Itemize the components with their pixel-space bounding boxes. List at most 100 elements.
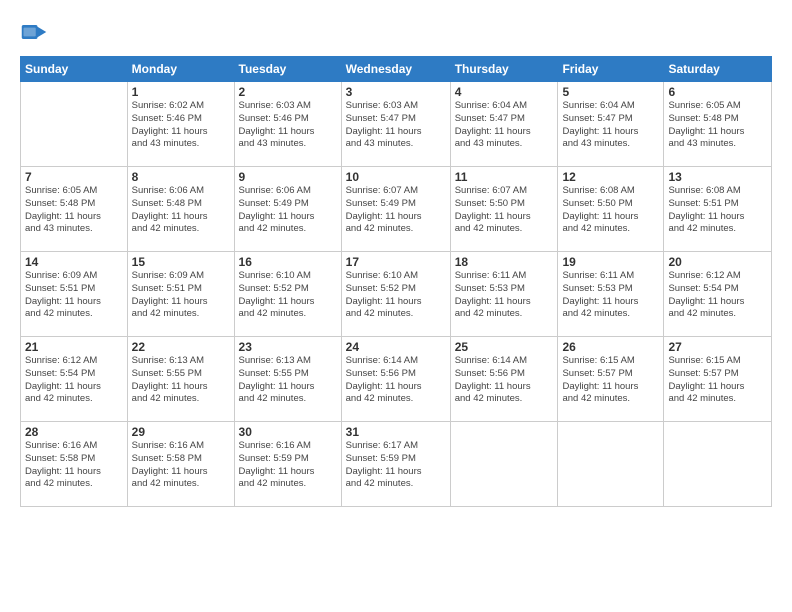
logo [20,18,52,46]
day-info: Sunrise: 6:13 AM Sunset: 5:55 PM Dayligh… [239,355,337,406]
day-number: 21 [25,340,123,354]
day-info: Sunrise: 6:08 AM Sunset: 5:51 PM Dayligh… [668,185,767,236]
day-number: 24 [346,340,446,354]
day-info: Sunrise: 6:10 AM Sunset: 5:52 PM Dayligh… [346,270,446,321]
day-number: 7 [25,170,123,184]
calendar-cell [21,82,128,167]
day-info: Sunrise: 6:10 AM Sunset: 5:52 PM Dayligh… [239,270,337,321]
calendar-cell: 19Sunrise: 6:11 AM Sunset: 5:53 PM Dayli… [558,252,664,337]
day-info: Sunrise: 6:15 AM Sunset: 5:57 PM Dayligh… [562,355,659,406]
calendar-cell: 28Sunrise: 6:16 AM Sunset: 5:58 PM Dayli… [21,422,128,507]
calendar-cell: 1Sunrise: 6:02 AM Sunset: 5:46 PM Daylig… [127,82,234,167]
calendar-cell: 23Sunrise: 6:13 AM Sunset: 5:55 PM Dayli… [234,337,341,422]
week-row-5: 28Sunrise: 6:16 AM Sunset: 5:58 PM Dayli… [21,422,772,507]
calendar-cell: 10Sunrise: 6:07 AM Sunset: 5:49 PM Dayli… [341,167,450,252]
day-of-week-monday: Monday [127,57,234,82]
day-number: 12 [562,170,659,184]
day-info: Sunrise: 6:04 AM Sunset: 5:47 PM Dayligh… [455,100,554,151]
day-info: Sunrise: 6:16 AM Sunset: 5:58 PM Dayligh… [25,440,123,491]
day-number: 26 [562,340,659,354]
day-number: 29 [132,425,230,439]
day-number: 22 [132,340,230,354]
calendar-cell: 31Sunrise: 6:17 AM Sunset: 5:59 PM Dayli… [341,422,450,507]
header [20,18,772,46]
calendar-cell: 12Sunrise: 6:08 AM Sunset: 5:50 PM Dayli… [558,167,664,252]
day-number: 9 [239,170,337,184]
calendar-cell: 11Sunrise: 6:07 AM Sunset: 5:50 PM Dayli… [450,167,558,252]
day-number: 3 [346,85,446,99]
day-info: Sunrise: 6:15 AM Sunset: 5:57 PM Dayligh… [668,355,767,406]
day-number: 2 [239,85,337,99]
calendar: SundayMondayTuesdayWednesdayThursdayFrid… [20,56,772,507]
day-number: 30 [239,425,337,439]
calendar-cell: 2Sunrise: 6:03 AM Sunset: 5:46 PM Daylig… [234,82,341,167]
day-number: 17 [346,255,446,269]
day-number: 4 [455,85,554,99]
day-number: 1 [132,85,230,99]
day-number: 6 [668,85,767,99]
page: SundayMondayTuesdayWednesdayThursdayFrid… [0,0,792,612]
day-number: 25 [455,340,554,354]
day-of-week-thursday: Thursday [450,57,558,82]
calendar-cell: 20Sunrise: 6:12 AM Sunset: 5:54 PM Dayli… [664,252,772,337]
day-info: Sunrise: 6:13 AM Sunset: 5:55 PM Dayligh… [132,355,230,406]
calendar-cell: 22Sunrise: 6:13 AM Sunset: 5:55 PM Dayli… [127,337,234,422]
day-info: Sunrise: 6:14 AM Sunset: 5:56 PM Dayligh… [455,355,554,406]
day-number: 11 [455,170,554,184]
day-info: Sunrise: 6:11 AM Sunset: 5:53 PM Dayligh… [455,270,554,321]
day-info: Sunrise: 6:07 AM Sunset: 5:49 PM Dayligh… [346,185,446,236]
day-number: 15 [132,255,230,269]
calendar-cell: 14Sunrise: 6:09 AM Sunset: 5:51 PM Dayli… [21,252,128,337]
calendar-cell: 16Sunrise: 6:10 AM Sunset: 5:52 PM Dayli… [234,252,341,337]
calendar-cell: 6Sunrise: 6:05 AM Sunset: 5:48 PM Daylig… [664,82,772,167]
calendar-cell: 9Sunrise: 6:06 AM Sunset: 5:49 PM Daylig… [234,167,341,252]
day-info: Sunrise: 6:14 AM Sunset: 5:56 PM Dayligh… [346,355,446,406]
calendar-cell [450,422,558,507]
day-number: 14 [25,255,123,269]
day-info: Sunrise: 6:08 AM Sunset: 5:50 PM Dayligh… [562,185,659,236]
week-row-4: 21Sunrise: 6:12 AM Sunset: 5:54 PM Dayli… [21,337,772,422]
calendar-cell: 7Sunrise: 6:05 AM Sunset: 5:48 PM Daylig… [21,167,128,252]
calendar-cell [558,422,664,507]
day-of-week-wednesday: Wednesday [341,57,450,82]
calendar-cell: 30Sunrise: 6:16 AM Sunset: 5:59 PM Dayli… [234,422,341,507]
day-info: Sunrise: 6:03 AM Sunset: 5:47 PM Dayligh… [346,100,446,151]
day-number: 18 [455,255,554,269]
week-row-2: 7Sunrise: 6:05 AM Sunset: 5:48 PM Daylig… [21,167,772,252]
calendar-cell: 4Sunrise: 6:04 AM Sunset: 5:47 PM Daylig… [450,82,558,167]
calendar-cell: 25Sunrise: 6:14 AM Sunset: 5:56 PM Dayli… [450,337,558,422]
calendar-body: 1Sunrise: 6:02 AM Sunset: 5:46 PM Daylig… [21,82,772,507]
day-info: Sunrise: 6:06 AM Sunset: 5:48 PM Dayligh… [132,185,230,236]
day-number: 28 [25,425,123,439]
week-row-3: 14Sunrise: 6:09 AM Sunset: 5:51 PM Dayli… [21,252,772,337]
calendar-cell: 15Sunrise: 6:09 AM Sunset: 5:51 PM Dayli… [127,252,234,337]
calendar-cell: 13Sunrise: 6:08 AM Sunset: 5:51 PM Dayli… [664,167,772,252]
day-of-week-sunday: Sunday [21,57,128,82]
day-of-week-friday: Friday [558,57,664,82]
calendar-cell: 18Sunrise: 6:11 AM Sunset: 5:53 PM Dayli… [450,252,558,337]
day-info: Sunrise: 6:12 AM Sunset: 5:54 PM Dayligh… [25,355,123,406]
day-info: Sunrise: 6:05 AM Sunset: 5:48 PM Dayligh… [668,100,767,151]
day-info: Sunrise: 6:03 AM Sunset: 5:46 PM Dayligh… [239,100,337,151]
day-info: Sunrise: 6:05 AM Sunset: 5:48 PM Dayligh… [25,185,123,236]
day-of-week-saturday: Saturday [664,57,772,82]
day-header-row: SundayMondayTuesdayWednesdayThursdayFrid… [21,57,772,82]
day-info: Sunrise: 6:11 AM Sunset: 5:53 PM Dayligh… [562,270,659,321]
day-number: 23 [239,340,337,354]
day-number: 8 [132,170,230,184]
calendar-cell: 5Sunrise: 6:04 AM Sunset: 5:47 PM Daylig… [558,82,664,167]
calendar-cell: 26Sunrise: 6:15 AM Sunset: 5:57 PM Dayli… [558,337,664,422]
day-of-week-tuesday: Tuesday [234,57,341,82]
calendar-cell: 3Sunrise: 6:03 AM Sunset: 5:47 PM Daylig… [341,82,450,167]
calendar-header: SundayMondayTuesdayWednesdayThursdayFrid… [21,57,772,82]
day-number: 16 [239,255,337,269]
day-info: Sunrise: 6:12 AM Sunset: 5:54 PM Dayligh… [668,270,767,321]
day-info: Sunrise: 6:09 AM Sunset: 5:51 PM Dayligh… [132,270,230,321]
day-info: Sunrise: 6:17 AM Sunset: 5:59 PM Dayligh… [346,440,446,491]
day-info: Sunrise: 6:16 AM Sunset: 5:59 PM Dayligh… [239,440,337,491]
logo-icon [20,18,48,46]
calendar-cell [664,422,772,507]
day-info: Sunrise: 6:16 AM Sunset: 5:58 PM Dayligh… [132,440,230,491]
day-info: Sunrise: 6:09 AM Sunset: 5:51 PM Dayligh… [25,270,123,321]
calendar-cell: 17Sunrise: 6:10 AM Sunset: 5:52 PM Dayli… [341,252,450,337]
